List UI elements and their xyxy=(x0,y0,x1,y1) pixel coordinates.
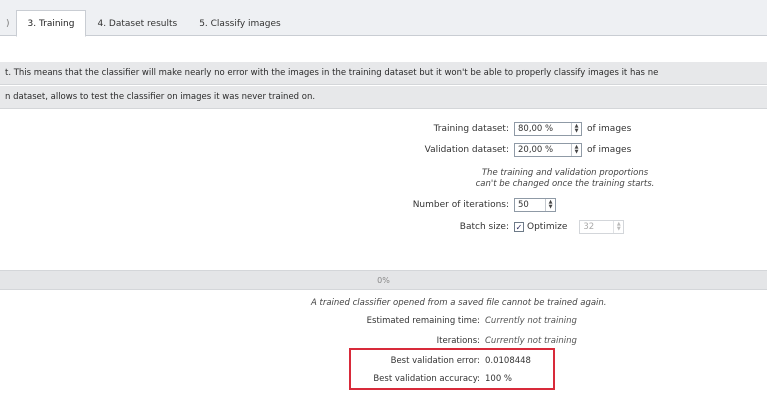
info-text-line-1: t. This means that the classifier will m… xyxy=(0,62,767,85)
iterations-row: Number of iterations: 50 ▲ ▼ xyxy=(380,198,556,212)
training-dataset-label: Training dataset: xyxy=(433,124,509,134)
info-text-line-2: n dataset, allows to test the classifier… xyxy=(0,86,767,109)
spin-arrows-icon: ▲ ▼ xyxy=(613,221,623,233)
training-dataset-unit: of images xyxy=(587,124,632,134)
tab-bar: ) 3. Training 4. Dataset results 5. Clas… xyxy=(0,0,767,37)
batch-size-row: Batch size: ✓ Optimize 32 ▲ ▼ xyxy=(380,220,625,234)
tab-classify-images[interactable]: 5. Classify images xyxy=(188,12,292,36)
batch-size-label: Batch size: xyxy=(459,222,509,232)
spin-arrows-icon[interactable]: ▲ ▼ xyxy=(545,199,555,211)
remaining-time-value: Currently not training xyxy=(485,316,577,326)
training-dataset-row: Training dataset: 80,00 % ▲ ▼ of images xyxy=(380,122,631,136)
training-progress-bar: 0% xyxy=(0,270,767,290)
tab-training[interactable]: 3. Training xyxy=(15,10,87,37)
proportions-note: The training and validation proportions … xyxy=(470,168,660,190)
batch-size-spinbox: 32 ▲ ▼ xyxy=(579,220,625,234)
validation-dataset-value[interactable]: 20,00 % xyxy=(515,145,571,155)
validation-dataset-spinbox[interactable]: 20,00 % ▲ ▼ xyxy=(514,143,582,157)
validation-dataset-unit: of images xyxy=(587,145,632,155)
training-dataset-spinbox[interactable]: 80,00 % ▲ ▼ xyxy=(514,122,582,136)
spin-arrows-icon[interactable]: ▲ ▼ xyxy=(571,144,581,156)
optimize-checkbox[interactable]: ✓ xyxy=(514,222,524,232)
iterations-status-row: Iterations: Currently not training xyxy=(305,336,577,346)
highlight-box xyxy=(349,348,555,390)
tab-dataset-results[interactable]: 4. Dataset results xyxy=(86,12,188,36)
iterations-label: Number of iterations: xyxy=(412,200,509,210)
training-dataset-value[interactable]: 80,00 % xyxy=(515,124,571,134)
batch-size-value: 32 xyxy=(583,222,595,232)
checkmark-icon: ✓ xyxy=(515,222,523,232)
iterations-spinbox[interactable]: 50 ▲ ▼ xyxy=(514,198,556,212)
proportions-note-line-2: can't be changed once the training start… xyxy=(475,179,655,189)
validation-dataset-label: Validation dataset: xyxy=(424,145,509,155)
proportions-note-line-1: The training and validation proportions xyxy=(481,168,649,178)
remaining-time-label: Estimated remaining time: xyxy=(366,316,480,326)
tab-strip: ) 3. Training 4. Dataset results 5. Clas… xyxy=(0,10,292,37)
trained-classifier-note: A trained classifier opened from a saved… xyxy=(311,298,607,308)
progress-label: 0% xyxy=(377,275,390,285)
spin-arrows-icon[interactable]: ▲ ▼ xyxy=(571,123,581,135)
iterations-status-label: Iterations: xyxy=(436,336,480,346)
iterations-value[interactable]: 50 xyxy=(515,200,545,210)
iterations-status-value: Currently not training xyxy=(485,336,577,346)
tab-previous-partial[interactable]: ) xyxy=(0,12,16,36)
optimize-label[interactable]: Optimize xyxy=(527,222,567,232)
validation-dataset-row: Validation dataset: 20,00 % ▲ ▼ of images xyxy=(380,143,631,157)
remaining-time-row: Estimated remaining time: Currently not … xyxy=(305,316,577,326)
